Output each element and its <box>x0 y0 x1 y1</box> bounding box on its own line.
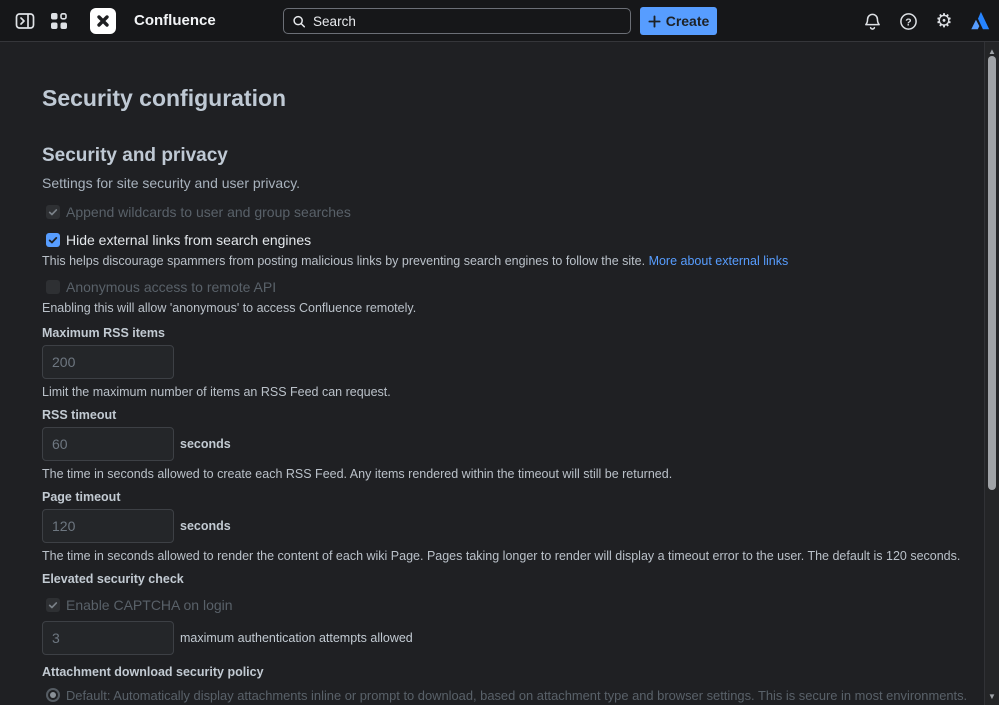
security-configuration-page: Security configuration Security and priv… <box>0 43 984 705</box>
scroll-down-arrow-icon[interactable]: ▼ <box>985 689 999 703</box>
attachment-default-radio <box>46 688 60 702</box>
checkmark-icon <box>48 209 58 216</box>
append-wildcards-label: Append wildcards to user and group searc… <box>66 204 351 220</box>
page-timeout-suffix: seconds <box>180 519 231 533</box>
max-rss-help: Limit the maximum number of items an RSS… <box>42 385 391 399</box>
checkmark-icon <box>48 602 58 609</box>
hide-external-links-help: This helps discourage spammers from post… <box>42 254 984 269</box>
confluence-logo-icon[interactable] <box>90 7 116 34</box>
hide-external-links-row: Hide external links from search engines <box>42 232 984 248</box>
anonymous-api-help: Enabling this will allow 'anonymous' to … <box>42 301 417 315</box>
help-icon[interactable]: ? <box>897 10 919 32</box>
rss-timeout-label: RSS timeout <box>42 408 117 422</box>
page-title: Security configuration <box>42 85 287 111</box>
page-timeout-input <box>42 509 174 543</box>
notifications-bell-icon[interactable] <box>861 10 883 32</box>
attachment-default-option-row: Default: Automatically display attachmen… <box>42 688 984 704</box>
checkmark-icon <box>48 237 58 244</box>
hide-external-links-help-text: This helps discourage spammers from post… <box>42 254 646 268</box>
sidebar-toggle-icon[interactable] <box>14 10 36 32</box>
top-navigation-bar: Confluence Create ? ⚙ <box>0 0 999 42</box>
svg-text:?: ? <box>905 17 911 28</box>
hide-external-links-label: Hide external links from search engines <box>66 232 312 248</box>
vertical-scrollbar[interactable]: ▲ ▼ <box>984 42 999 705</box>
max-rss-input <box>42 345 174 379</box>
page-timeout-label: Page timeout <box>42 490 121 504</box>
create-button-label: Create <box>665 13 710 29</box>
search-icon <box>293 15 306 28</box>
anonymous-api-label: Anonymous access to remote API <box>66 279 277 295</box>
more-about-external-links-link[interactable]: More about external links <box>649 254 789 268</box>
rss-timeout-help: The time in seconds allowed to create ea… <box>42 467 673 481</box>
section-title: Security and privacy <box>42 145 228 166</box>
max-rss-label: Maximum RSS items <box>42 326 165 340</box>
attachment-policy-label: Attachment download security policy <box>42 665 264 679</box>
product-title: Confluence <box>134 12 216 29</box>
captcha-checkbox <box>46 598 60 612</box>
auth-attempts-suffix: maximum authentication attempts allowed <box>180 631 413 645</box>
captcha-row: Enable CAPTCHA on login <box>42 597 984 613</box>
hide-external-links-checkbox[interactable] <box>46 233 60 247</box>
section-subtitle: Settings for site security and user priv… <box>42 175 301 191</box>
plus-icon <box>648 14 661 28</box>
elevated-security-label: Elevated security check <box>42 572 184 586</box>
search-input[interactable] <box>313 13 622 29</box>
append-wildcards-row: Append wildcards to user and group searc… <box>42 204 984 220</box>
append-wildcards-checkbox <box>46 205 60 219</box>
captcha-label: Enable CAPTCHA on login <box>66 597 233 613</box>
page-timeout-help: The time in seconds allowed to render th… <box>42 549 961 563</box>
scrollbar-thumb[interactable] <box>988 56 996 490</box>
settings-gear-icon[interactable]: ⚙ <box>933 10 955 32</box>
rss-timeout-input <box>42 427 174 461</box>
search-bar[interactable] <box>283 8 631 34</box>
attachment-default-option-label: Default: Automatically display attachmen… <box>66 688 968 703</box>
rss-timeout-suffix: seconds <box>180 437 231 451</box>
auth-attempts-input <box>42 621 174 655</box>
atlassian-logo-icon[interactable] <box>969 10 991 32</box>
app-switcher-icon[interactable] <box>48 10 70 32</box>
anonymous-api-checkbox <box>46 280 60 294</box>
anonymous-api-row: Anonymous access to remote API <box>42 279 984 295</box>
create-button[interactable]: Create <box>640 7 717 35</box>
